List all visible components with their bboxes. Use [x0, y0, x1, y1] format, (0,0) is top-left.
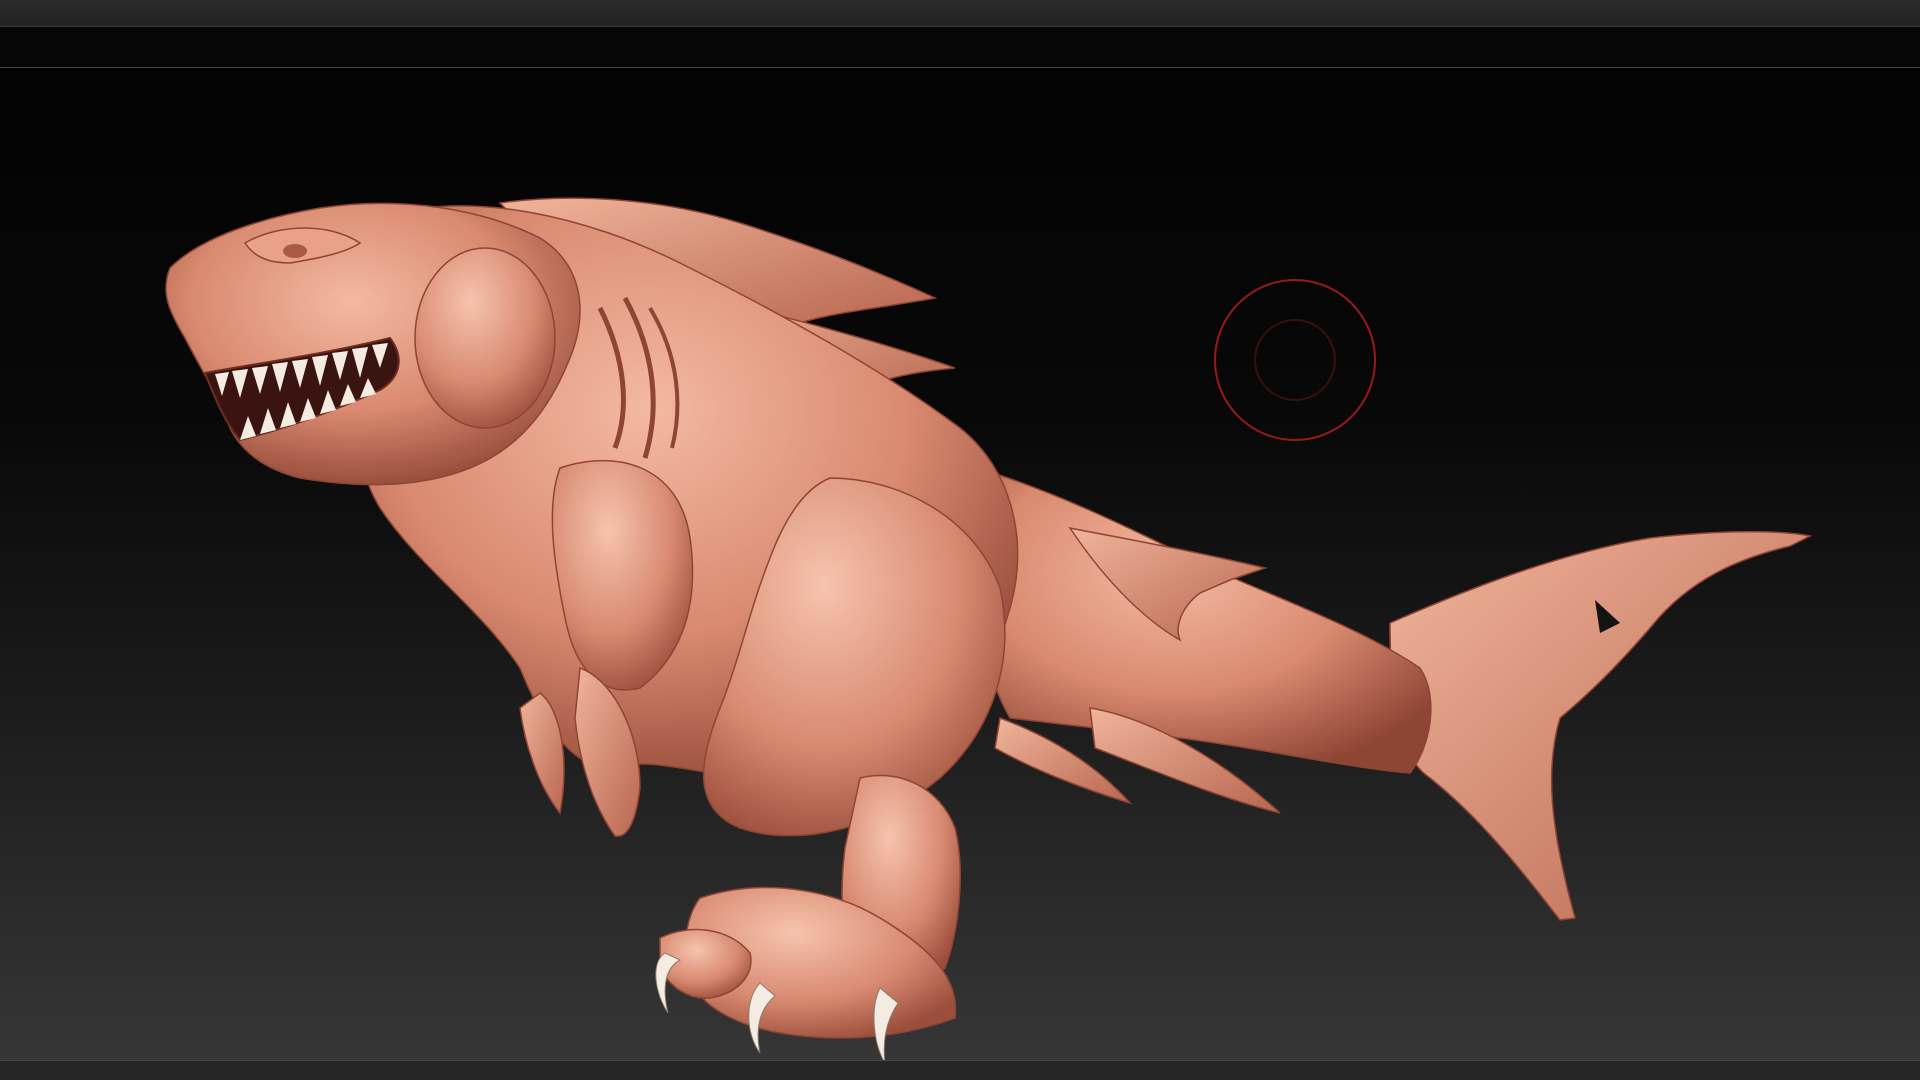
brush-cursor-icon [1214, 279, 1376, 441]
bottom-status-bar [0, 1060, 1920, 1080]
sculpting-app-window [0, 0, 1920, 1080]
viewport-svg [165, 197, 1813, 1060]
top-shelf [0, 27, 1920, 68]
viewport-canvas[interactable] [0, 68, 1920, 1060]
shoulder-muscle [414, 247, 556, 429]
rear-body [959, 461, 1432, 774]
top-menu-bar [0, 0, 1920, 27]
eye [283, 244, 307, 258]
tail-fin [1389, 530, 1813, 921]
shark-creature-model[interactable] [165, 197, 1813, 1060]
